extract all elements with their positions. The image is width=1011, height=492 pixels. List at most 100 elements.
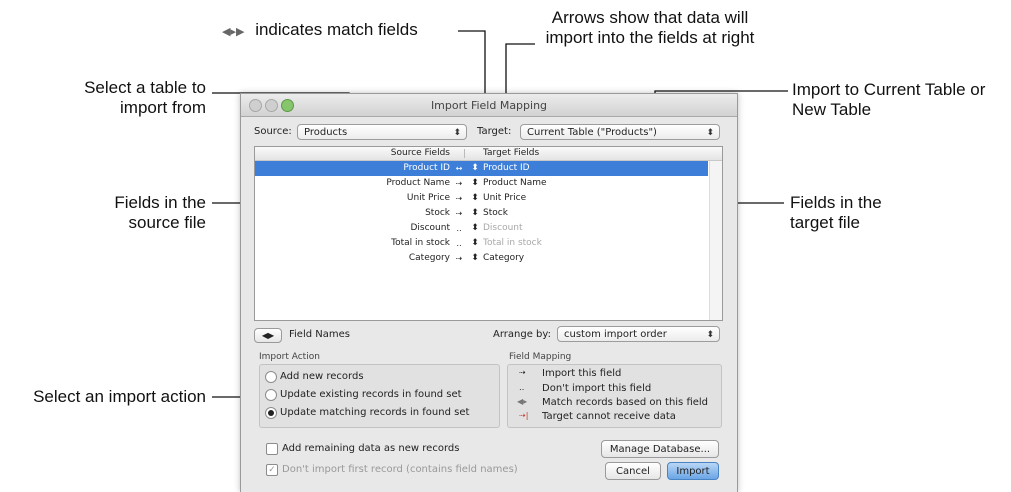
import-button[interactable]: Import <box>667 462 719 480</box>
source-field-name: Total in stock <box>391 238 450 248</box>
mapping-arrow-icon[interactable]: ⇢ <box>452 176 466 191</box>
legend-import-label: Import this field <box>542 368 622 379</box>
source-popup-value: Products <box>304 127 348 138</box>
window-title: Import Field Mapping <box>430 99 548 112</box>
radio-add-new[interactable] <box>265 371 277 383</box>
mapping-arrow-icon[interactable]: ⇢ <box>452 251 466 266</box>
mapping-arrow-icon[interactable]: ‥ <box>452 236 466 251</box>
fields-source-line2: source file <box>128 213 206 232</box>
add-remaining-checkbox[interactable] <box>266 443 278 455</box>
target-label: Target: <box>477 126 512 137</box>
cannot-receive-icon: ⇢| <box>519 411 529 420</box>
dont-import-first-label: Don't import first record (contains fiel… <box>282 464 518 475</box>
target-field-name: Discount <box>483 223 523 233</box>
reorder-handle-icon[interactable]: ⬍ <box>471 236 479 251</box>
target-field-name: Total in stock <box>483 238 542 248</box>
match-fields-icon: ◀▸▶ <box>222 26 245 38</box>
arrange-by-label: Arrange by: <box>493 329 551 340</box>
mapping-row[interactable]: Total in stock ‥ ⬍ Total in stock <box>255 236 708 251</box>
radio-update-existing[interactable] <box>265 389 277 401</box>
updown-chevron-icon: ⬍ <box>453 128 461 138</box>
source-field-name: Product ID <box>403 163 450 173</box>
list-scrollbar[interactable] <box>709 161 722 320</box>
import-action-title: Import Action <box>259 352 320 362</box>
mapping-arrow-icon[interactable]: ↔ <box>452 161 466 176</box>
reorder-handle-icon[interactable]: ⬍ <box>471 161 479 176</box>
target-field-name: Unit Price <box>483 193 527 203</box>
source-field-name: Unit Price <box>406 193 450 203</box>
list-header: Source Fields Target Fields <box>255 147 722 161</box>
mapping-row[interactable]: Category ⇢ ⬍ Category <box>255 251 708 266</box>
mapping-row[interactable]: Stock ⇢ ⬍ Stock <box>255 206 708 221</box>
fields-source-callout: Fields in the source file <box>60 193 206 233</box>
dont-import-icon: ‥ <box>519 383 525 392</box>
legend-cannot-label: Target cannot receive data <box>542 411 676 422</box>
import-to-callout: Import to Current Table or New Table <box>792 80 1007 120</box>
source-field-name: Stock <box>425 208 450 218</box>
target-field-name: Product Name <box>483 178 547 188</box>
field-names-label: Field Names <box>289 329 350 340</box>
dont-import-first-checkbox[interactable]: ✓ <box>266 464 278 476</box>
arrange-by-value: custom import order <box>564 329 667 340</box>
action-update-matching-label: Update matching records in found set <box>280 407 470 418</box>
arrows-callout: Arrows show that data will import into t… <box>520 8 780 48</box>
reorder-handle-icon[interactable]: ⬍ <box>471 221 479 236</box>
fields-target-line1: Fields in the <box>790 193 882 212</box>
header-source-fields[interactable]: Source Fields <box>255 147 450 160</box>
import-field-mapping-dialog: Import Field Mapping Source: Products ⬍ … <box>240 93 738 492</box>
mapping-row[interactable]: Discount ‥ ⬍ Discount <box>255 221 708 236</box>
import-arrow-icon: ⇢ <box>519 368 526 377</box>
match-fields-text: indicates match fields <box>255 20 418 39</box>
action-update-existing-label: Update existing records in found set <box>280 389 462 400</box>
import-to-line1: Import to Current Table or <box>792 80 986 99</box>
mapping-row[interactable]: Product Name ⇢ ⬍ Product Name <box>255 176 708 191</box>
select-action-callout: Select an import action <box>33 387 206 406</box>
select-table-line2: import from <box>120 98 206 117</box>
radio-update-matching[interactable] <box>265 407 277 419</box>
fields-target-callout: Fields in the target file <box>790 193 940 233</box>
updown-chevron-icon: ⬍ <box>706 330 714 340</box>
source-field-name: Product Name <box>386 178 450 188</box>
mapping-row[interactable]: Unit Price ⇢ ⬍ Unit Price <box>255 191 708 206</box>
mapping-arrow-icon[interactable]: ⇢ <box>452 191 466 206</box>
select-table-callout: Select a table to import from <box>40 78 206 118</box>
manage-database-button[interactable]: Manage Database... <box>601 440 719 458</box>
header-target-fields[interactable]: Target Fields <box>483 147 539 160</box>
target-field-name: Product ID <box>483 163 530 173</box>
target-popup-value: Current Table ("Products") <box>527 127 657 138</box>
field-mapping-list[interactable]: Source Fields Target Fields Product ID ↔ ⬍… <box>254 146 723 321</box>
record-navigator[interactable]: ◀▶ <box>254 328 282 343</box>
source-popup[interactable]: Products ⬍ <box>297 124 467 140</box>
reorder-handle-icon[interactable]: ⬍ <box>471 251 479 266</box>
select-table-line1: Select a table to <box>84 78 206 97</box>
legend-match-label: Match records based on this field <box>542 397 709 408</box>
fields-target-line2: target file <box>790 213 860 232</box>
import-to-line2: New Table <box>792 100 872 119</box>
header-divider <box>464 149 465 158</box>
target-field-name: Stock <box>483 208 508 218</box>
source-label: Source: <box>254 126 292 137</box>
mapping-arrow-icon[interactable]: ⇢ <box>452 206 466 221</box>
source-field-name: Category <box>408 253 450 263</box>
legend-dont-label: Don't import this field <box>542 383 652 394</box>
next-record-icon[interactable]: ▶ <box>268 331 274 340</box>
target-field-name: Category <box>483 253 525 263</box>
fields-source-line1: Fields in the <box>114 193 206 212</box>
title-bar: Import Field Mapping <box>241 94 737 117</box>
match-fields-callout: ◀▸▶ indicates match fields <box>222 20 418 42</box>
target-popup[interactable]: Current Table ("Products") ⬍ <box>520 124 720 140</box>
field-mapping-title: Field Mapping <box>509 352 572 362</box>
mapping-row[interactable]: Product ID ↔ ⬍ Product ID <box>255 161 708 176</box>
reorder-handle-icon[interactable]: ⬍ <box>471 191 479 206</box>
arrange-by-popup[interactable]: custom import order ⬍ <box>557 326 720 342</box>
arrows-callout-line2: import into the fields at right <box>545 28 755 47</box>
reorder-handle-icon[interactable]: ⬍ <box>471 176 479 191</box>
source-field-name: Discount <box>410 223 450 233</box>
add-remaining-label: Add remaining data as new records <box>282 443 460 454</box>
mapping-arrow-icon[interactable]: ‥ <box>452 221 466 236</box>
cancel-button[interactable]: Cancel <box>605 462 661 480</box>
updown-chevron-icon: ⬍ <box>706 128 714 138</box>
arrows-callout-line1: Arrows show that data will <box>551 8 749 27</box>
action-add-label: Add new records <box>280 371 364 382</box>
reorder-handle-icon[interactable]: ⬍ <box>471 206 479 221</box>
